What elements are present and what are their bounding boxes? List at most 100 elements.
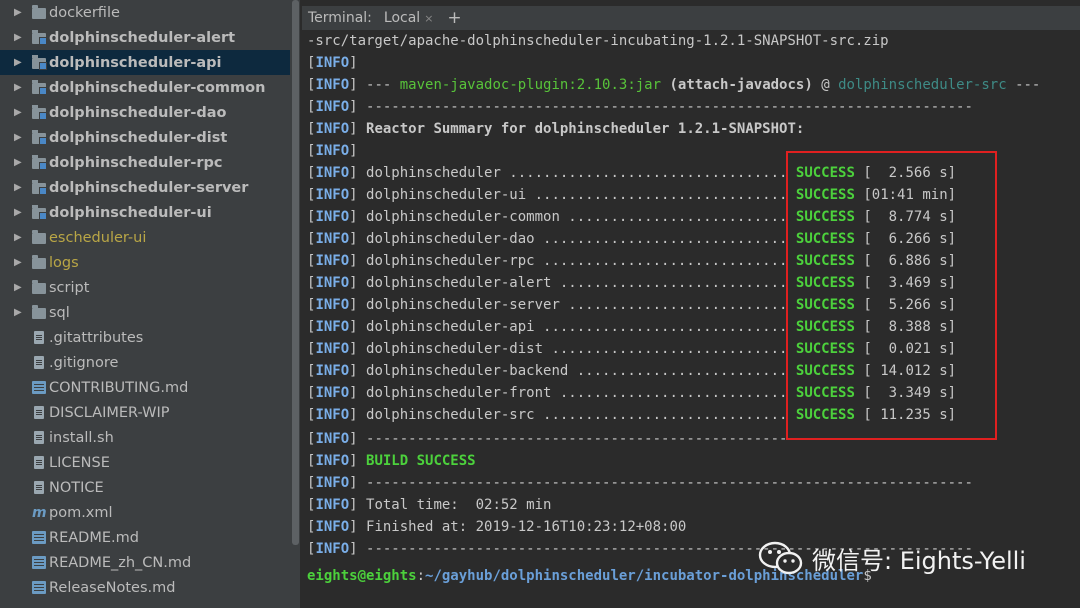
tree-item-label: CONTRIBUTING.md (49, 379, 189, 396)
tree-item[interactable]: ▶ReleaseNotes.md (0, 575, 300, 600)
bracket-close: ] (349, 187, 358, 203)
file-icon (34, 456, 44, 469)
info-tag: INFO (315, 453, 350, 469)
reactor-module: dolphinscheduler-ui ....................… (357, 187, 796, 203)
tree-item[interactable]: ▶README_zh_CN.md (0, 550, 300, 575)
expand-arrow-icon[interactable]: ▶ (14, 207, 26, 218)
tree-item[interactable]: ▶ dolphinscheduler-api (0, 50, 300, 75)
expand-arrow-icon[interactable]: ▶ (14, 282, 26, 293)
info-tag: INFO (315, 385, 350, 401)
tree-item-label: sql (49, 304, 70, 321)
bracket-close: ] (349, 165, 358, 181)
tree-item-label: dolphinscheduler-dist (49, 129, 228, 146)
bracket-close: ] (349, 231, 358, 247)
info-tag: INFO (315, 431, 350, 447)
terminal-line: -src/target/apache-dolphinscheduler-incu… (307, 30, 889, 52)
tree-item[interactable]: ▶ dolphinscheduler-dist (0, 125, 300, 150)
markdown-file-icon (32, 381, 46, 394)
expand-arrow-icon[interactable]: ▶ (14, 307, 26, 318)
terminal-line: [INFO] Finished at: 2019-12-16T10:23:12+… (307, 519, 687, 535)
tree-item[interactable]: ▶ sql (0, 300, 300, 325)
tree-item[interactable]: ▶ dolphinscheduler-server (0, 175, 300, 200)
tree-item[interactable]: ▶mpom.xml (0, 500, 300, 525)
expand-arrow-icon[interactable]: ▶ (14, 157, 26, 168)
tree-item[interactable]: ▶.gitignore (0, 350, 300, 375)
wechat-watermark: 微信号: Eights-Yelli (758, 538, 1026, 578)
terminal-line: [INFO] ---------------------------------… (307, 99, 973, 115)
terminal-label: Terminal: (308, 10, 372, 26)
expand-arrow-icon[interactable]: ▶ (14, 7, 26, 18)
info-tag: INFO (315, 475, 350, 491)
info-tag: INFO (315, 99, 350, 115)
tree-item[interactable]: ▶ dolphinscheduler-common (0, 75, 300, 100)
module-folder-icon (32, 204, 47, 220)
tree-item-label: README_zh_CN.md (49, 554, 192, 571)
tree-item[interactable]: ▶.gitattributes (0, 325, 300, 350)
markdown-file-icon (32, 581, 46, 594)
tree-item[interactable]: ▶ dolphinscheduler-rpc (0, 150, 300, 175)
tree-item[interactable]: ▶README.md (0, 525, 300, 550)
expand-arrow-icon[interactable]: ▶ (14, 57, 26, 68)
tree-item-label: NOTICE (49, 479, 104, 496)
expand-arrow-icon[interactable]: ▶ (14, 232, 26, 243)
tree-item[interactable]: ▶ dolphinscheduler-dao (0, 100, 300, 125)
reactor-module: dolphinscheduler .......................… (357, 165, 796, 181)
project-tree-scrollbar-thumb[interactable] (292, 0, 299, 545)
tree-item[interactable]: ▶ dockerfile (0, 0, 300, 25)
terminal-header: Terminal: Local × + (302, 6, 1080, 30)
plugin-at: @ (812, 77, 839, 93)
tree-item[interactable]: ▶NOTICE (0, 475, 300, 500)
tree-item[interactable]: ▶DISCLAIMER-WIP (0, 400, 300, 425)
reactor-module: dolphinscheduler-common ................… (357, 209, 796, 225)
folder-icon (32, 254, 46, 269)
reactor-summary-heading: Reactor Summary for dolphinscheduler 1.2… (357, 121, 805, 137)
close-tab-icon[interactable]: × (424, 12, 433, 25)
tree-item-label: dolphinscheduler-api (49, 54, 222, 71)
file-icon (34, 406, 44, 419)
plugin-suffix: --- (1006, 77, 1041, 93)
tree-item-label: README.md (49, 529, 139, 546)
tab-local[interactable]: Local (384, 10, 420, 26)
reactor-module: dolphinscheduler-backend ...............… (357, 363, 796, 379)
tree-item[interactable]: ▶install.sh (0, 425, 300, 450)
tree-item-label: dolphinscheduler-server (49, 179, 249, 196)
tree-item[interactable]: ▶ logs (0, 250, 300, 275)
tree-item-label: dockerfile (49, 4, 120, 21)
bracket-close: ] (349, 319, 358, 335)
expand-arrow-icon[interactable]: ▶ (14, 82, 26, 93)
tree-item[interactable]: ▶CONTRIBUTING.md (0, 375, 300, 400)
tree-item[interactable]: ▶ escheduler-ui (0, 225, 300, 250)
tree-item[interactable]: ▶ script (0, 275, 300, 300)
terminal-line: [INFO] Reactor Summary for dolphinschedu… (307, 121, 805, 137)
terminal-line: [INFO] --- maven-javadoc-plugin:2.10.3:j… (307, 77, 1041, 93)
info-tag: INFO (315, 77, 350, 93)
reactor-module: dolphinscheduler-api ...................… (357, 319, 796, 335)
wechat-icon (758, 541, 803, 575)
expand-arrow-icon[interactable]: ▶ (14, 32, 26, 43)
markdown-file-icon (32, 531, 46, 544)
add-tab-icon[interactable]: + (447, 8, 461, 28)
project-tree: ▶ dockerfile ▶ dolphinscheduler-alert ▶ dolph… (0, 0, 300, 608)
reactor-module: dolphinscheduler-src ...................… (357, 407, 796, 423)
expand-arrow-icon[interactable]: ▶ (14, 257, 26, 268)
info-tag: INFO (315, 253, 350, 269)
tree-item[interactable]: ▶ dolphinscheduler-ui (0, 200, 300, 225)
folder-icon (32, 229, 46, 244)
tree-item[interactable]: ▶LICENSE (0, 450, 300, 475)
tree-item-label: dolphinscheduler-alert (49, 29, 236, 46)
expand-arrow-icon[interactable]: ▶ (14, 182, 26, 193)
file-icon (34, 331, 44, 344)
info-tag: INFO (315, 143, 350, 159)
tree-item[interactable]: ▶ dolphinscheduler-alert (0, 25, 300, 50)
markdown-file-icon (32, 556, 46, 569)
plugin-goal: (attach-javadocs) (661, 77, 813, 93)
terminal-line: [INFO] Total time: 02:52 min (307, 497, 552, 513)
terminal-line: [INFO] ---------------------------------… (307, 475, 973, 491)
bracket-close: ] (349, 407, 358, 423)
info-tag: INFO (315, 209, 350, 225)
expand-arrow-icon[interactable]: ▶ (14, 132, 26, 143)
module-folder-icon (32, 79, 47, 95)
tree-item-label: logs (49, 254, 79, 271)
tree-item-label: dolphinscheduler-ui (49, 204, 212, 221)
expand-arrow-icon[interactable]: ▶ (14, 107, 26, 118)
